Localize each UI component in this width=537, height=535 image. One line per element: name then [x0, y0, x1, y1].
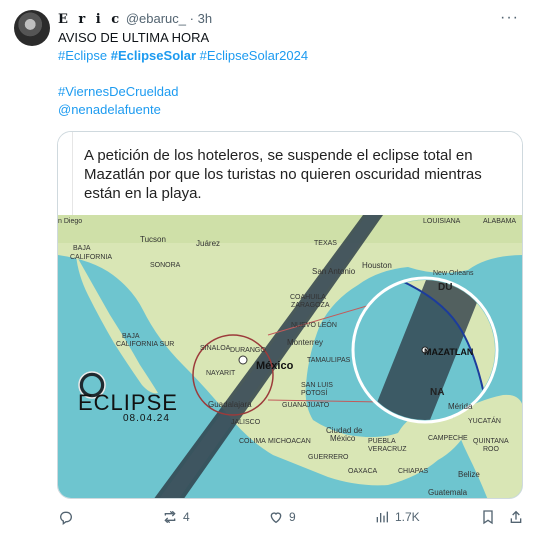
map-label: SONORA [150, 262, 181, 269]
reply-icon [59, 511, 72, 525]
media-card[interactable]: A petición de los hoteleros, se suspende… [57, 131, 523, 499]
heart-icon [270, 512, 282, 524]
mention-link[interactable]: @nenadelafuente [58, 101, 161, 119]
eclipse-map-image: ECLIPSE 08.04.24 n Diego Tucson Juárez T… [58, 215, 522, 498]
map-label: MICHOACAN [268, 438, 311, 445]
map-label: NUEVO LEÓN [291, 320, 337, 329]
tweet-header: E r i c @ebaruc_ · 3h [58, 11, 212, 28]
map-label: TEXAS [314, 240, 337, 247]
map-label: CHIAPAS [398, 468, 429, 475]
map-label: NA [430, 387, 444, 398]
author-avatar[interactable] [14, 10, 50, 46]
map-label: BAJA [73, 245, 91, 252]
more-options-icon[interactable]: ··· [500, 9, 519, 27]
map-label: ZARAGOZA [291, 302, 330, 309]
map-label: GUERRERO [308, 454, 349, 461]
eclipse-logo-text: ECLIPSE [78, 390, 178, 415]
map-label: San Antonio [312, 267, 356, 276]
views-button[interactable]: 1.7K [374, 509, 420, 525]
map-label: JALISCO [231, 419, 261, 426]
views-count: 1.7K [395, 510, 420, 524]
map-label: Juárez [196, 239, 220, 248]
zoom-mazatlan-label: MAZATLAN [424, 347, 473, 357]
map-label: OAXACA [348, 468, 378, 475]
quote-divider [72, 132, 73, 215]
bookmark-button[interactable] [480, 509, 496, 525]
map-label: New Orleans [433, 270, 474, 277]
map-label: Mérida [448, 402, 473, 411]
map-label: GUANAJUATO [282, 402, 330, 409]
hashtag-link[interactable]: #ViernesDeCrueldad [58, 83, 178, 101]
map-label: Monterrey [287, 338, 323, 347]
map-label: BAJA [122, 333, 140, 340]
like-button[interactable]: 9 [268, 509, 296, 525]
map-label: Guadalajara [208, 400, 252, 409]
author-handle[interactable]: @ebaruc_ [126, 11, 186, 26]
map-label: SINALOA [200, 345, 231, 352]
tweet-text-line1: AVISO DE ULTIMA HORA [58, 30, 210, 45]
map-label: CALIFORNIA [70, 254, 112, 261]
map-label: ALABAMA [483, 218, 516, 225]
map-label: CALIFORNIA SUR [116, 341, 174, 348]
retweet-button[interactable]: 4 [162, 509, 190, 525]
retweet-icon [164, 511, 176, 523]
map-label: PUEBLA [368, 438, 396, 445]
share-icon [510, 510, 522, 523]
tweet-time[interactable]: 3h [198, 11, 212, 26]
eclipse-logo-date: 08.04.24 [123, 413, 170, 424]
map-label: ROO [483, 446, 500, 453]
hashtag-link[interactable]: #Eclipse [58, 48, 107, 63]
map-label: YUCATÁN [468, 416, 501, 425]
map-label: Tucson [140, 235, 166, 244]
hashtag-link[interactable]: #EclipseSolar2024 [200, 48, 308, 63]
map-label: México [330, 434, 356, 443]
map-label: TAMAULIPAS [307, 357, 351, 364]
map-label: DU [438, 282, 452, 293]
hashtag-link[interactable]: #EclipseSolar [111, 48, 196, 63]
map-label: VERACRUZ [368, 446, 407, 453]
map-label: LOUISIANA [423, 218, 461, 225]
map-label: Guatemala [428, 488, 468, 497]
map-label: Belize [458, 470, 480, 479]
like-count: 9 [289, 510, 296, 524]
map-label: SAN LUIS [301, 382, 333, 389]
quote-box: A petición de los hoteleros, se suspende… [58, 132, 522, 215]
author-name[interactable]: E r i c [58, 12, 122, 27]
tweet-hashtags-line: #Eclipse #EclipseSolar #EclipseSolar2024 [58, 47, 308, 65]
map-label: NAYARIT [206, 370, 236, 377]
reply-button[interactable] [58, 509, 79, 525]
map-label: QUINTANA [473, 438, 509, 445]
bookmark-icon [483, 510, 493, 525]
map-label: POTOSÍ [301, 388, 327, 397]
map-label: DURANGO [230, 347, 266, 354]
tweet-actions: 4 9 1.7K [0, 506, 537, 530]
header-separator: · [189, 11, 194, 26]
map-label: México [256, 360, 294, 372]
share-button[interactable] [508, 509, 524, 525]
map-label: CAMPECHE [428, 435, 468, 442]
retweet-count: 4 [183, 510, 190, 524]
views-icon [376, 511, 388, 523]
map-label: COLIMA [239, 438, 266, 445]
quote-text: A petición de los hoteleros, se suspende… [84, 147, 482, 202]
map-label: COAHUILA [290, 294, 326, 301]
map-label: n Diego [58, 218, 82, 225]
map-label: Houston [362, 261, 392, 270]
